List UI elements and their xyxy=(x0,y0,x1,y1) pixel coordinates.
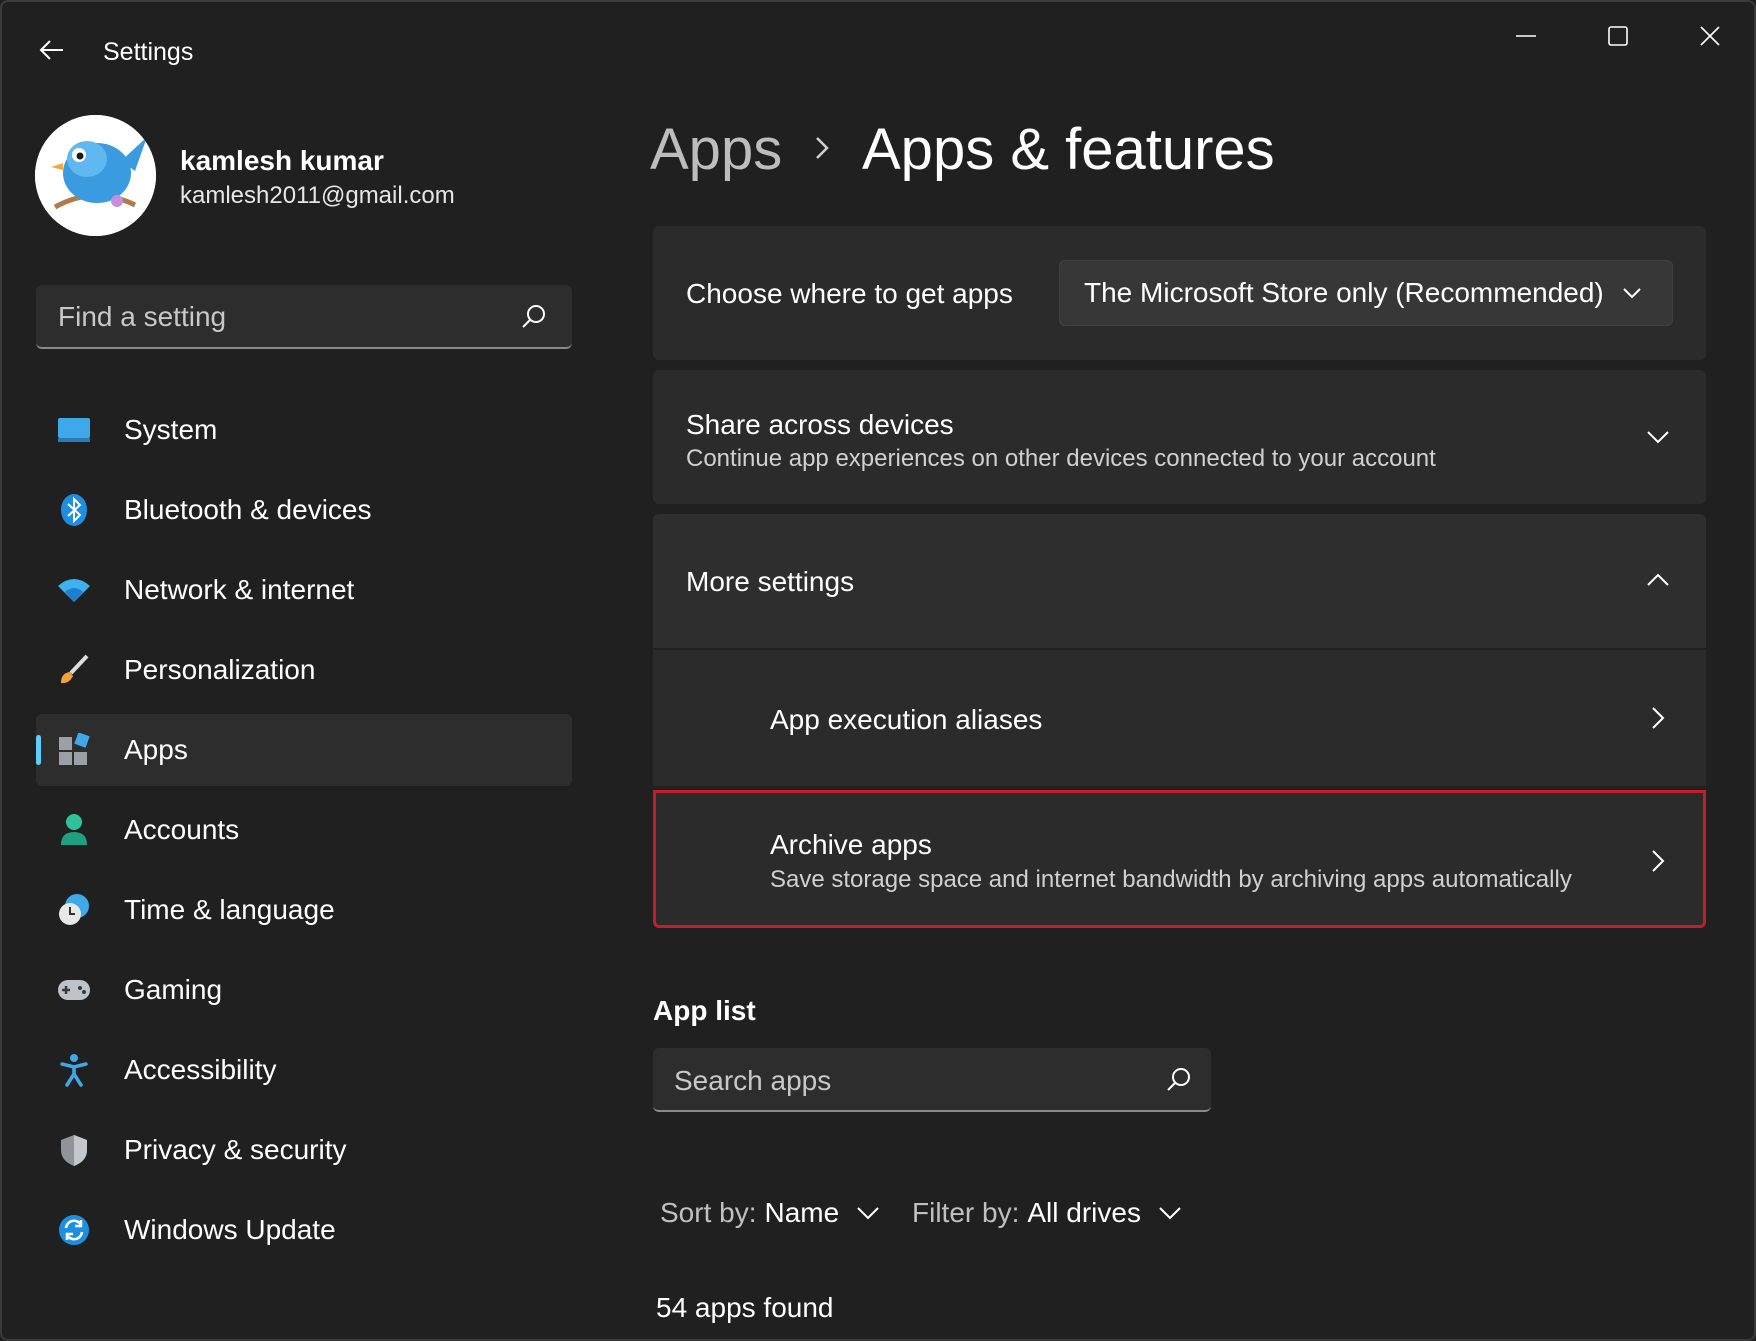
nav-item-accessibility[interactable]: Accessibility xyxy=(36,1034,572,1106)
bluetooth-icon xyxy=(56,492,92,528)
chevron-down-icon xyxy=(1159,1207,1181,1220)
chevron-down-icon xyxy=(1647,431,1669,444)
nav-label: Privacy & security xyxy=(124,1134,347,1165)
shield-icon xyxy=(56,1132,92,1168)
accessibility-icon xyxy=(56,1052,92,1088)
app-source-dropdown[interactable]: The Microsoft Store only (Recommended) xyxy=(1059,260,1673,326)
chevron-up-icon xyxy=(1647,573,1669,586)
nav-label: Accounts xyxy=(124,814,240,845)
app-execution-aliases-title: App execution aliases xyxy=(770,704,1043,735)
sort-by-dropdown[interactable]: Sort by: Name xyxy=(660,1197,881,1229)
gamepad-icon xyxy=(56,972,92,1008)
nav-item-personalization[interactable]: Personalization xyxy=(36,634,572,706)
selection-indicator xyxy=(36,735,41,765)
page-title: Apps & features xyxy=(862,117,1275,182)
avatar[interactable] xyxy=(35,115,156,236)
nav-label: Windows Update xyxy=(124,1214,336,1245)
settings-window: Settings kamlesh kumar kamlesh2011@gmail… xyxy=(0,0,1756,1341)
nav-label: Gaming xyxy=(124,974,223,1005)
app-title: Settings xyxy=(103,38,194,66)
nav-item-network[interactable]: Network & internet xyxy=(36,554,572,626)
nav-item-windows-update[interactable]: Windows Update xyxy=(36,1194,572,1266)
chevron-down-icon xyxy=(1623,288,1641,299)
apps-icon xyxy=(56,732,92,768)
system-icon xyxy=(56,412,92,448)
close-button[interactable] xyxy=(1670,12,1750,60)
search-icon[interactable] xyxy=(520,303,548,331)
title-bar: Settings xyxy=(2,2,1754,102)
nav-item-bluetooth[interactable]: Bluetooth & devices xyxy=(36,474,572,546)
share-across-devices-card[interactable]: Share across devices Continue app experi… xyxy=(653,370,1706,504)
bird-avatar-icon xyxy=(35,115,156,236)
nav-label: System xyxy=(124,414,218,445)
archive-apps-title: Archive apps xyxy=(770,829,932,860)
back-button[interactable] xyxy=(32,30,72,70)
time-language-icon xyxy=(56,892,92,928)
account-icon xyxy=(56,812,92,848)
choose-apps-card: Choose where to get apps The Microsoft S… xyxy=(653,226,1706,360)
update-icon xyxy=(56,1212,92,1248)
search-icon[interactable] xyxy=(1165,1066,1193,1094)
archive-apps-row[interactable]: Archive apps Save storage space and inte… xyxy=(653,790,1706,928)
sort-label: Sort by: xyxy=(660,1197,757,1228)
nav-item-privacy[interactable]: Privacy & security xyxy=(36,1114,572,1186)
nav-label: Personalization xyxy=(124,654,316,685)
share-title: Share across devices xyxy=(686,409,954,440)
chevron-down-icon xyxy=(857,1207,879,1220)
chevron-right-icon xyxy=(1652,707,1665,729)
filter-by-dropdown[interactable]: Filter by: All drives xyxy=(912,1197,1183,1229)
search-apps-input[interactable]: Search apps xyxy=(674,1065,831,1097)
nav-item-time-language[interactable]: Time & language xyxy=(36,874,572,946)
sort-value: Name xyxy=(764,1197,840,1228)
nav-label: Time & language xyxy=(124,894,335,925)
find-setting-search[interactable]: Find a setting xyxy=(36,285,572,349)
app-execution-aliases-row[interactable]: App execution aliases xyxy=(653,650,1706,786)
search-apps-box[interactable]: Search apps xyxy=(653,1048,1211,1112)
back-arrow-icon xyxy=(39,40,63,60)
close-icon xyxy=(1700,26,1720,46)
wifi-icon xyxy=(56,572,92,608)
minimize-button[interactable] xyxy=(1486,12,1566,60)
chevron-right-icon xyxy=(1652,850,1665,872)
nav-item-accounts[interactable]: Accounts xyxy=(36,794,572,866)
dropdown-value: The Microsoft Store only (Recommended) xyxy=(1084,277,1604,308)
nav-label: Apps xyxy=(124,734,188,765)
choose-apps-label: Choose where to get apps xyxy=(686,278,1013,309)
user-email: kamlesh2011@gmail.com xyxy=(180,182,455,209)
minimize-icon xyxy=(1516,35,1536,37)
app-list-heading: App list xyxy=(653,995,756,1026)
breadcrumb-parent[interactable]: Apps xyxy=(650,116,782,183)
nav-label: Bluetooth & devices xyxy=(124,494,372,525)
filter-value: All drives xyxy=(1027,1197,1141,1228)
more-settings-title: More settings xyxy=(686,566,855,597)
nav-item-system[interactable]: System xyxy=(36,394,572,466)
user-name: kamlesh kumar xyxy=(180,145,384,176)
apps-found-count: 54 apps found xyxy=(656,1292,834,1323)
brush-icon xyxy=(56,652,92,688)
nav-item-apps[interactable]: Apps xyxy=(36,714,572,786)
archive-apps-subtitle: Save storage space and internet bandwidt… xyxy=(770,866,1572,893)
nav-label: Accessibility xyxy=(124,1054,277,1085)
filter-label: Filter by: xyxy=(912,1197,1020,1228)
chevron-right-icon xyxy=(816,137,829,159)
nav-label: Network & internet xyxy=(124,574,355,605)
nav-item-gaming[interactable]: Gaming xyxy=(36,954,572,1026)
find-setting-input[interactable]: Find a setting xyxy=(58,301,226,333)
maximize-icon xyxy=(1608,26,1628,46)
maximize-button[interactable] xyxy=(1578,12,1658,60)
more-settings-header[interactable]: More settings xyxy=(653,514,1706,648)
share-subtitle: Continue app experiences on other device… xyxy=(686,445,1436,472)
